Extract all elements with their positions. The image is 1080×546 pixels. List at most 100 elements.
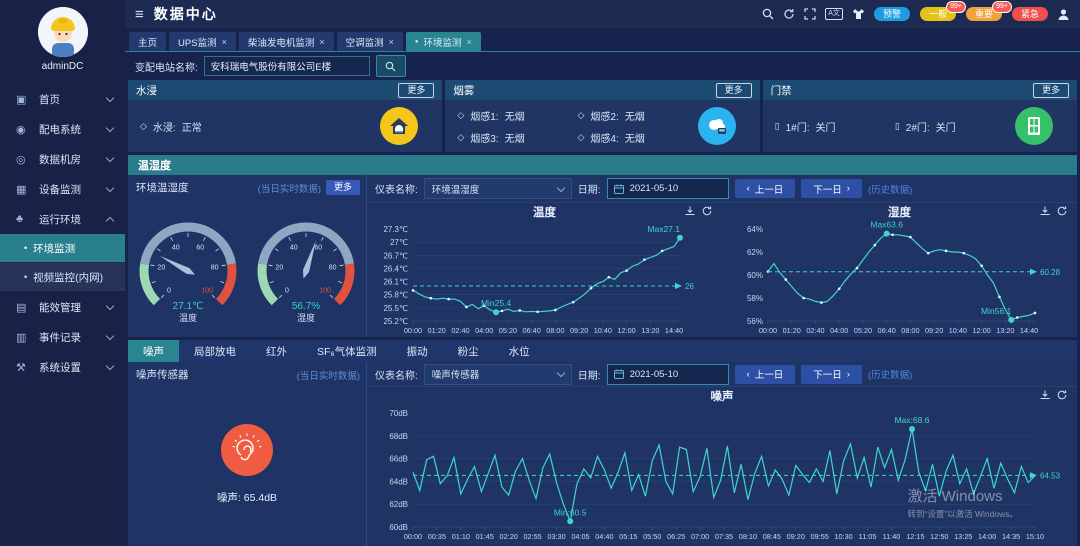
tab-4[interactable]: 空调监测× — [337, 32, 403, 51]
smoke-cloud-icon — [698, 107, 736, 145]
sidebar-item-7[interactable]: ▥事件记录 — [0, 322, 125, 352]
alarm-urgent-button[interactable]: 紧急 — [1012, 7, 1048, 21]
sidebar-subitem-2[interactable]: •视频监控(内网) — [0, 263, 125, 291]
noise-chart-box: 噪声 60dB62dB64dB66dB68dB70dB00:0000:3501:… — [367, 387, 1077, 546]
gauge-more-button[interactable]: 更多 — [326, 180, 360, 195]
refresh-icon[interactable] — [783, 8, 795, 20]
smoke-more-button[interactable]: 更多 — [716, 83, 752, 98]
card-item-value: 关门 — [816, 119, 836, 134]
svg-text:07:35: 07:35 — [715, 532, 733, 541]
meter-select[interactable]: 环境温湿度 — [424, 178, 572, 199]
meter-select-value: 噪声传感器 — [432, 367, 480, 381]
svg-text:06:25: 06:25 — [667, 532, 685, 541]
translate-icon[interactable]: A文 — [825, 8, 843, 20]
user-icon[interactable] — [1057, 8, 1070, 21]
sidebar-item-3[interactable]: ◎数据机房 — [0, 144, 125, 174]
chevron-down-icon — [106, 94, 114, 102]
prev-day-button[interactable]: ‹上一日 — [735, 365, 796, 384]
station-input[interactable]: 安科瑞电气股份有限公司E楼 — [204, 56, 370, 76]
top-header: ≡ 数据中心 A文 预警一般99+重要99+紧急 — [125, 0, 1080, 28]
card-item: ◇烟感4:无烟 — [577, 130, 697, 145]
date-input[interactable]: 2021-05-10 — [607, 364, 729, 385]
avatar[interactable] — [38, 7, 88, 57]
svg-text:64%: 64% — [747, 225, 763, 234]
tab-close-icon[interactable]: × — [222, 37, 227, 47]
noise-tab-1[interactable]: 噪声 — [128, 340, 179, 362]
alarm-important-button[interactable]: 重要99+ — [966, 7, 1002, 21]
tab-1[interactable]: 主页 — [129, 32, 166, 51]
tab-2[interactable]: UPS监测× — [169, 32, 236, 51]
sensor-icon: ◇ — [140, 121, 147, 132]
sidebar-item-6[interactable]: ▤能效管理 — [0, 292, 125, 322]
temperature-chart[interactable]: 25.2℃25.5℃25.8℃26.1℃26.4℃26.7℃27℃27.3℃00… — [367, 221, 722, 337]
tab-3[interactable]: 柴油发电机监测× — [239, 32, 334, 51]
sidebar-item-label: 能效管理 — [39, 300, 81, 315]
meter-name-label: 仪表名称: — [375, 367, 418, 382]
station-label: 变配电站名称: — [135, 59, 198, 74]
calendar-icon — [614, 184, 624, 194]
chart-refresh-icon[interactable] — [702, 206, 712, 216]
noise-chart[interactable]: 60dB62dB64dB66dB68dB70dB00:0000:3501:100… — [367, 405, 1077, 546]
noise-tab-3[interactable]: 红外 — [251, 340, 302, 362]
download-icon[interactable] — [1040, 206, 1050, 216]
tab-label: 环境监测 — [424, 35, 462, 49]
noise-tab-5[interactable]: 振动 — [392, 340, 443, 362]
tab-close-icon[interactable]: × — [319, 37, 324, 47]
tab-close-icon[interactable]: × — [467, 37, 472, 47]
humidity-chart[interactable]: 56%58%60%62%64%00:0001:2002:4004:0005:20… — [722, 221, 1077, 337]
history-data-link[interactable]: (历史数据) — [868, 182, 912, 196]
date-input[interactable]: 2021-05-10 — [607, 178, 729, 199]
theme-icon[interactable] — [852, 8, 865, 20]
noise-tab-4[interactable]: SF₆气体监测 — [302, 340, 392, 362]
date-value: 2021-05-10 — [630, 183, 679, 194]
download-icon[interactable] — [1040, 390, 1050, 400]
sidebar-item-label: 系统设置 — [39, 360, 81, 375]
gauge-panel: 环境温湿度 (当日实时数据) 更多 02040608010027.1℃温度020… — [128, 175, 367, 337]
gauge-value: 56.7% — [292, 301, 320, 312]
svg-text:80: 80 — [211, 264, 219, 271]
svg-text:Min25.4: Min25.4 — [481, 298, 512, 308]
sidebar-item-4[interactable]: ▦设备监测 — [0, 174, 125, 204]
history-data-link[interactable]: (历史数据) — [868, 367, 912, 381]
hamburger-icon[interactable]: ≡ — [135, 6, 144, 23]
alarm-general-button[interactable]: 一般99+ — [920, 7, 956, 21]
station-search-button[interactable] — [376, 55, 406, 77]
download-icon[interactable] — [685, 206, 695, 216]
tab-5[interactable]: ● 环境监测 × — [406, 32, 481, 51]
chevron-up-icon — [106, 216, 114, 224]
header-icons: A文 预警一般99+ 重要99+ 紧急 — [762, 7, 1070, 21]
door-more-button[interactable]: 更多 — [1033, 83, 1069, 98]
chart-refresh-icon[interactable] — [1057, 390, 1067, 400]
fullscreen-icon[interactable] — [804, 8, 816, 20]
svg-text:02:55: 02:55 — [523, 532, 541, 541]
sidebar-item-8[interactable]: ⚒系统设置 — [0, 352, 125, 382]
date-value: 2021-05-10 — [630, 369, 679, 380]
svg-text:60.28: 60.28 — [1040, 268, 1061, 277]
active-dot-icon: ● — [415, 39, 419, 45]
alarm-warning-button[interactable]: 预警 — [874, 7, 910, 21]
chevron-down-icon — [106, 184, 114, 192]
station-input-value: 安科瑞电气股份有限公司E楼 — [211, 59, 331, 73]
gauge-label: 湿度 — [297, 312, 315, 323]
svg-text:10:40: 10:40 — [594, 326, 612, 335]
svg-text:00:00: 00:00 — [404, 326, 422, 335]
water-more-button[interactable]: 更多 — [398, 83, 434, 98]
noise-tab-6[interactable]: 粉尘 — [443, 340, 494, 362]
sidebar-item-5[interactable]: ♣运行环境 — [0, 204, 125, 234]
date-label: 日期: — [578, 181, 601, 196]
sidebar-item-2[interactable]: ◉配电系统 — [0, 114, 125, 144]
noise-tab-7[interactable]: 水位 — [494, 340, 545, 362]
noise-tab-2[interactable]: 局部放电 — [179, 340, 251, 362]
smoke-card-title: 烟雾 — [453, 83, 474, 98]
gauge-label: 温度 — [179, 312, 197, 323]
search-icon[interactable] — [762, 8, 774, 20]
next-day-button[interactable]: 下一日› — [801, 179, 862, 198]
sidebar-item-1[interactable]: ▣首页 — [0, 84, 125, 114]
tab-close-icon[interactable]: × — [389, 37, 394, 47]
meter-select[interactable]: 噪声传感器 — [424, 364, 572, 385]
sidebar-subitem-1[interactable]: •环境监测 — [0, 234, 125, 262]
next-day-button[interactable]: 下一日› — [801, 365, 862, 384]
chart-refresh-icon[interactable] — [1057, 206, 1067, 216]
prev-day-button[interactable]: ‹上一日 — [735, 179, 796, 198]
sidebar-item-label: 事件记录 — [39, 330, 81, 345]
